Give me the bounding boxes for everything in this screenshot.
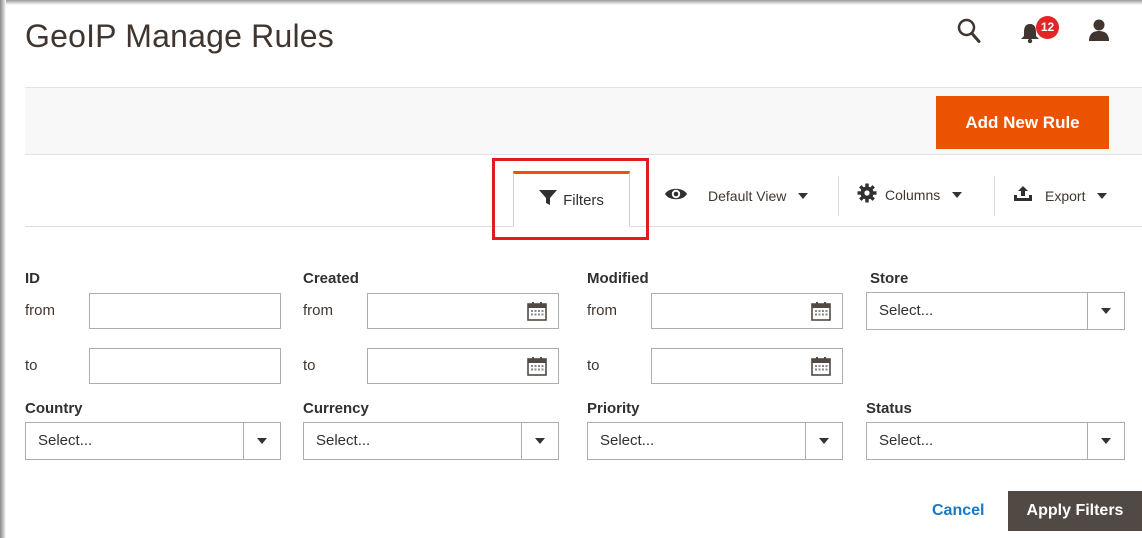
chevron-down-icon — [1087, 423, 1124, 459]
page-title: GeoIP Manage Rules — [25, 18, 334, 54]
default-view-dropdown[interactable]: Default View — [664, 185, 809, 206]
window-edge-left — [0, 0, 6, 538]
id-filter-label: ID — [25, 270, 40, 287]
currency-filter-label: Currency — [303, 400, 369, 417]
country-filter-label: Country — [25, 400, 83, 417]
priority-select-value: Select... — [600, 432, 655, 449]
modified-to-date-input[interactable] — [651, 348, 843, 384]
eye-icon — [664, 185, 688, 206]
calendar-icon[interactable] — [811, 301, 831, 321]
status-select-value: Select... — [879, 432, 934, 449]
created-from-date-input[interactable] — [367, 293, 559, 329]
columns-label: Columns — [885, 186, 941, 203]
calendar-icon[interactable] — [527, 301, 547, 321]
created-to-label: to — [303, 357, 316, 374]
modified-to-label: to — [587, 357, 600, 374]
export-upload-icon — [1013, 185, 1033, 206]
calendar-icon[interactable] — [527, 356, 547, 376]
search-icon[interactable] — [957, 18, 981, 49]
currency-select[interactable]: Select... — [303, 422, 559, 460]
columns-dropdown[interactable]: Columns — [857, 183, 963, 206]
chevron-down-icon — [805, 423, 842, 459]
store-filter-label: Store — [870, 270, 909, 287]
id-from-input[interactable] — [89, 293, 281, 329]
created-filter-label: Created — [303, 270, 359, 287]
user-icon[interactable] — [1087, 18, 1111, 47]
export-label: Export — [1045, 187, 1086, 204]
priority-select[interactable]: Select... — [587, 422, 843, 460]
chevron-down-icon — [952, 191, 963, 198]
chevron-down-icon — [243, 423, 280, 459]
gear-icon — [857, 183, 877, 206]
modified-filter-label: Modified — [587, 270, 649, 287]
created-to-date-input[interactable] — [367, 348, 559, 384]
id-to-label: to — [25, 357, 38, 374]
highlight-box — [492, 158, 649, 240]
status-select[interactable]: Select... — [866, 422, 1125, 460]
store-select[interactable]: Select... — [866, 292, 1125, 330]
admin-page: GeoIP Manage Rules 12 Add New Rule Filte… — [0, 0, 1142, 538]
export-dropdown[interactable]: Export — [1013, 185, 1108, 206]
modified-from-label: from — [587, 302, 617, 319]
notification-badge: 12 — [1036, 16, 1059, 39]
chevron-down-icon — [521, 423, 558, 459]
window-edge-top — [0, 0, 1142, 5]
add-new-rule-button[interactable]: Add New Rule — [936, 96, 1109, 149]
country-select[interactable]: Select... — [25, 422, 281, 460]
toolbar-separator — [994, 176, 995, 216]
apply-filters-button[interactable]: Apply Filters — [1008, 491, 1142, 531]
chevron-down-icon — [798, 192, 809, 199]
country-select-value: Select... — [38, 432, 93, 449]
modified-from-date-input[interactable] — [651, 293, 843, 329]
id-to-input[interactable] — [89, 348, 281, 384]
store-select-value: Select... — [879, 302, 934, 319]
currency-select-value: Select... — [316, 432, 371, 449]
chevron-down-icon — [1097, 192, 1108, 199]
cancel-button[interactable]: Cancel — [932, 502, 984, 520]
created-from-label: from — [303, 302, 333, 319]
toolbar-separator — [838, 176, 839, 216]
id-from-label: from — [25, 302, 55, 319]
priority-filter-label: Priority — [587, 400, 640, 417]
status-filter-label: Status — [866, 400, 912, 417]
default-view-label: Default View — [708, 187, 787, 204]
chevron-down-icon — [1087, 293, 1124, 329]
calendar-icon[interactable] — [811, 356, 831, 376]
